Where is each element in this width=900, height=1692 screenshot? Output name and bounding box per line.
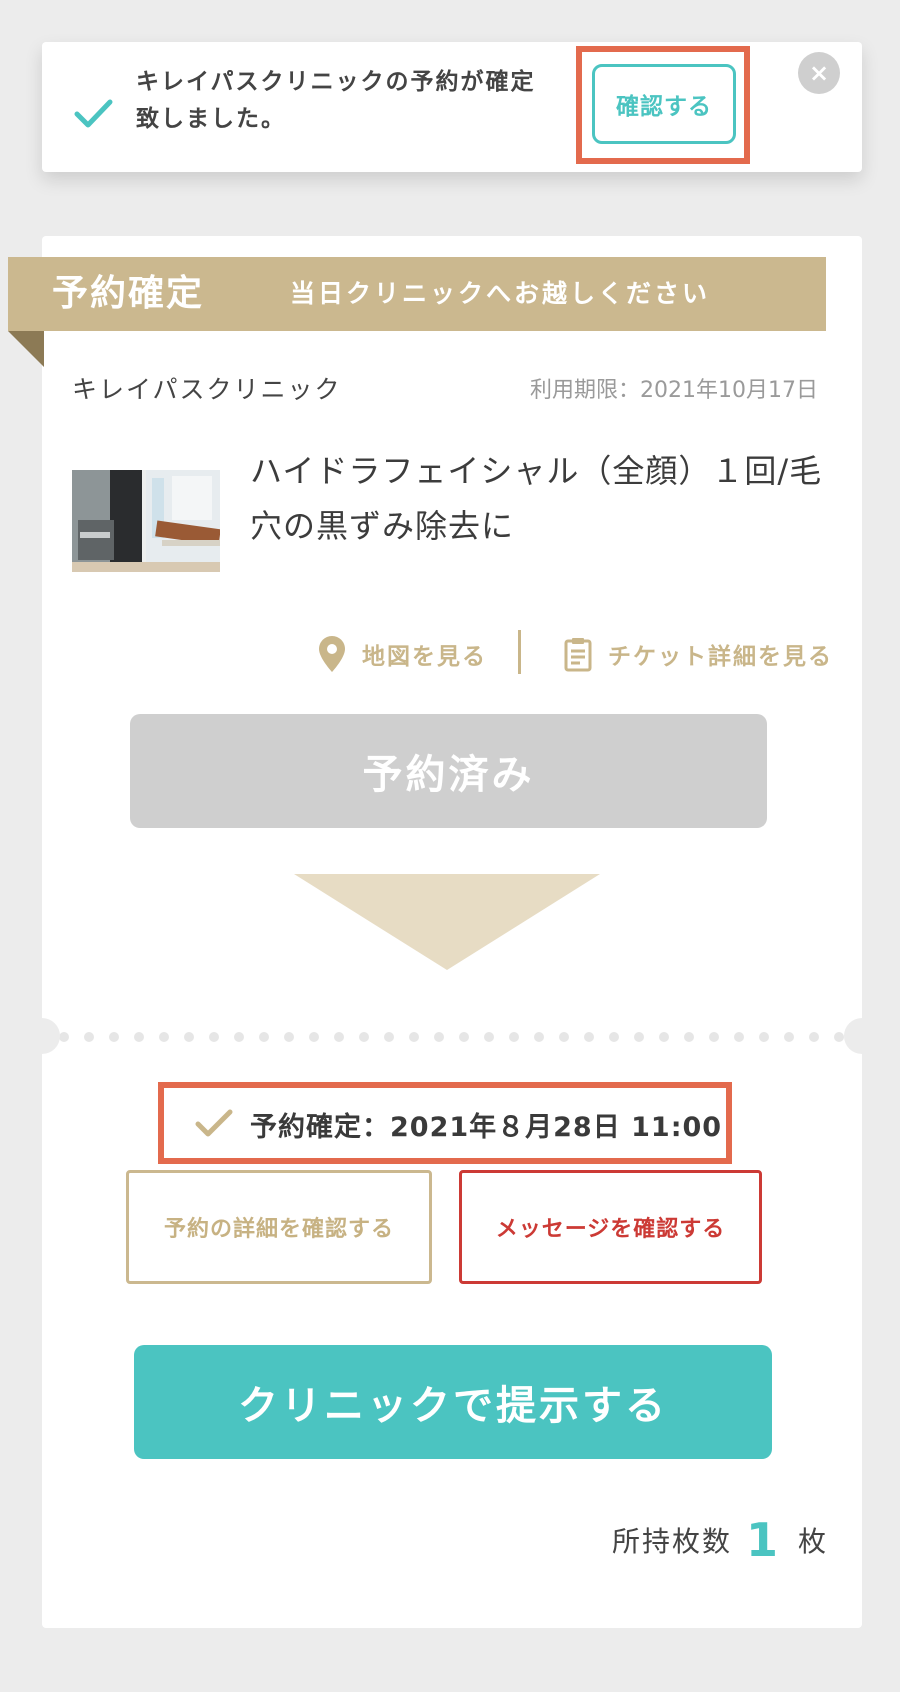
perforation-dot [584,1032,594,1042]
menu-name: ハイドラフェイシャル（全顔）１回/毛 穴の黒ずみ除去に [250,444,840,554]
perforation-dot [284,1032,294,1042]
present-at-clinic-button[interactable]: クリニックで提示する [134,1345,772,1459]
reservation-detail-button[interactable]: 予約の詳細を確認する [126,1170,432,1284]
perforation-notch-left [24,1018,60,1054]
check-icon [74,99,113,128]
perforation-dot [634,1032,644,1042]
map-link[interactable]: 地図を見る [318,634,487,674]
ribbon-subtitle: 当日クリニックへお越しください [290,279,711,308]
perforation-dot [434,1032,444,1042]
perforation-dot [809,1032,819,1042]
perforation-dot [259,1032,269,1042]
perforation-dot [684,1032,694,1042]
close-icon[interactable]: × [798,52,840,94]
clipboard-icon [564,638,592,672]
perforation-dot [609,1032,619,1042]
toast-message-line1: キレイパスクリニックの予約が確定 [136,69,536,95]
perforation-dot [659,1032,669,1042]
perforation-dot [384,1032,394,1042]
perforation-dot [484,1032,494,1042]
perforation-dot [59,1032,69,1042]
clinic-thumbnail [72,470,220,572]
status-ribbon: 予約確定 当日クリニックへお越しください [8,257,826,331]
holdings-label: 所持枚数 [611,1525,732,1558]
perforation-dot [134,1032,144,1042]
perforation-dot [834,1032,844,1042]
ribbon-fold [8,331,44,367]
toast-message-line2: 致しました。 [136,106,286,132]
menu-name-line1: ハイドラフェイシャル（全顔）１回/毛 [250,452,823,490]
confirm-button[interactable]: 確認する [592,64,736,144]
down-triangle-icon [294,874,600,970]
perforation-notch-right [844,1018,880,1054]
perforation-dot [334,1032,344,1042]
perforation-dot [234,1032,244,1042]
perforation-dot [509,1032,519,1042]
perforation-dot [309,1032,319,1042]
link-divider [518,630,521,674]
clinic-name: キレイパスクリニック [72,375,342,404]
holdings-unit: 枚 [797,1525,828,1558]
ticket-detail-link-label: チケット詳細を見る [608,644,833,670]
map-pin-icon [319,636,345,672]
perforation-dot [359,1032,369,1042]
perforation-dot [559,1032,569,1042]
reservation-date-row: 予約確定：2021年８月28日 11:00 [194,1100,722,1148]
reserved-button: 予約済み [130,714,767,828]
perforation-dot [784,1032,794,1042]
reservation-date: 予約確定：2021年８月28日 11:00 [250,1111,723,1143]
holdings-number: 1 [745,1513,780,1567]
map-link-label: 地図を見る [362,644,487,670]
check-icon [195,1109,233,1137]
perforation-dot [734,1032,744,1042]
perforation-dot [709,1032,719,1042]
expiry-date: 利用期限：2021年10月17日 [530,378,818,403]
ribbon-title: 予約確定 [52,273,205,314]
perforation-dot [159,1032,169,1042]
message-button[interactable]: メッセージを確認する [459,1170,762,1284]
perforation-line [59,1032,844,1042]
menu-name-line2: 穴の黒ずみ除去に [250,507,515,545]
perforation-dot [409,1032,419,1042]
perforation-dot [184,1032,194,1042]
perforation-dot [759,1032,769,1042]
perforation-dot [109,1032,119,1042]
perforation-dot [84,1032,94,1042]
perforation-dot [209,1032,219,1042]
ticket-detail-link[interactable]: チケット詳細を見る [564,634,833,674]
perforation-dot [534,1032,544,1042]
toast-message: キレイパスクリニックの予約が確定 致しました。 [136,64,556,138]
notification-toast: キレイパスクリニックの予約が確定 致しました。 確認する × [42,42,862,172]
holdings-count: 所持枚数 1 枚 [612,1510,828,1570]
perforation-dot [459,1032,469,1042]
